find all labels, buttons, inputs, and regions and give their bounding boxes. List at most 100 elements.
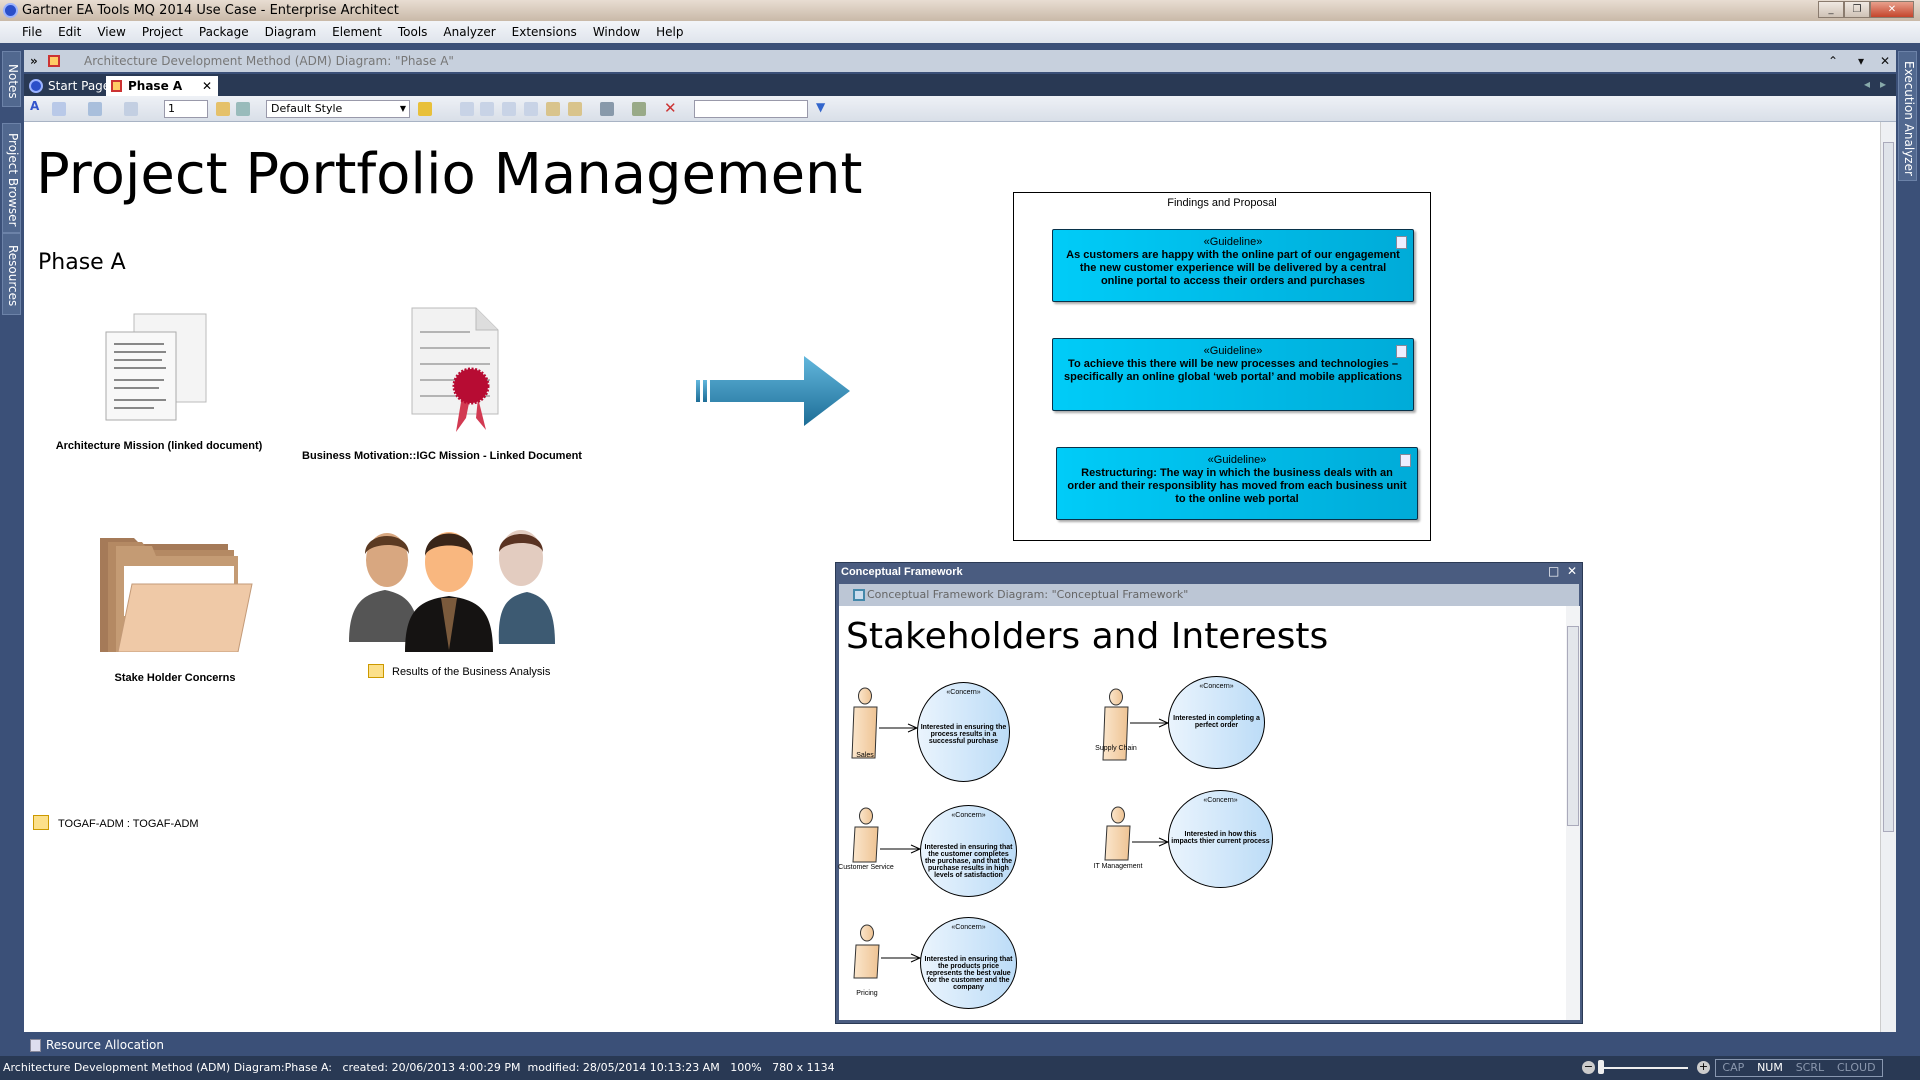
breadcrumb-text: Conceptual Framework Diagram: "Conceptua… <box>867 588 1189 601</box>
menu-bar: File Edit View Project Package Diagram E… <box>0 21 1920 43</box>
guideline-text: To achieve this there will be new proces… <box>1063 358 1402 383</box>
layout-icon[interactable] <box>600 102 614 116</box>
guideline-1[interactable]: «Guideline» As customers are happy with … <box>1052 229 1414 302</box>
cloud-indicator: CLOUD <box>1836 1061 1876 1074</box>
dock-tab-project-browser[interactable]: Project Browser <box>2 123 21 233</box>
align-right-icon[interactable] <box>480 102 494 116</box>
menu-package[interactable]: Package <box>191 25 257 39</box>
line-width-stepper[interactable]: 1 <box>164 100 208 118</box>
concern-ellipse[interactable]: «Concern» Interested in how this impacts … <box>1168 790 1273 888</box>
dropdown-icon[interactable]: ▾ <box>1858 50 1864 72</box>
actor-label: Customer Service <box>838 864 894 871</box>
association-arrow[interactable] <box>1132 836 1170 848</box>
minimize-button[interactable]: _ <box>1818 1 1844 18</box>
element-label-architecture-mission[interactable]: Architecture Mission (linked document) <box>56 440 263 452</box>
scroll-tabs-left-icon[interactable]: ◂ <box>1864 77 1870 91</box>
menu-help[interactable]: Help <box>648 25 691 39</box>
vertical-scrollbar[interactable] <box>1566 606 1580 1020</box>
format-painter-icon[interactable] <box>216 102 230 116</box>
findings-boundary[interactable]: Findings and Proposal «Guideline» As cus… <box>1013 192 1431 541</box>
guideline-2[interactable]: «Guideline» To achieve this there will b… <box>1052 338 1414 411</box>
collapse-icon[interactable]: ⌃ <box>1828 50 1838 72</box>
same-width-icon[interactable] <box>546 102 560 116</box>
actor-icon[interactable] <box>849 807 883 864</box>
align-bottom-icon[interactable] <box>524 102 538 116</box>
scroll-tabs-right-icon[interactable]: ▸ <box>1880 77 1886 91</box>
tab-resource-allocation[interactable]: Resource Allocation <box>30 1038 164 1052</box>
menu-element[interactable]: Element <box>324 25 390 39</box>
apply-style-icon[interactable] <box>418 102 432 116</box>
menu-window[interactable]: Window <box>585 25 648 39</box>
business-people-icon[interactable] <box>349 524 555 652</box>
align-top-icon[interactable] <box>502 102 516 116</box>
tab-start-page[interactable]: Start Page <box>26 76 116 96</box>
concern-ellipse[interactable]: «Concern» Interested in ensuring that the… <box>920 805 1017 897</box>
key-indicators: CAP NUM SCRL CLOUD <box>1715 1059 1883 1077</box>
dock-tab-resources[interactable]: Resources <box>2 233 21 315</box>
expand-icon[interactable]: » <box>30 50 38 72</box>
element-label-togaf[interactable]: TOGAF-ADM : TOGAF-ADM <box>58 818 199 830</box>
element-label-results[interactable]: Results of the Business Analysis <box>392 666 550 678</box>
line-color-icon[interactable] <box>124 102 138 116</box>
close-tab-icon[interactable]: ✕ <box>202 76 212 96</box>
menu-project[interactable]: Project <box>134 25 191 39</box>
maximize-icon[interactable]: □ <box>1548 564 1559 578</box>
fill-color-icon[interactable] <box>88 102 102 116</box>
guideline-3[interactable]: «Guideline» Restructuring: The way in wh… <box>1056 447 1418 520</box>
filter-icon[interactable]: ▼ <box>816 100 825 114</box>
transition-arrow <box>696 356 850 426</box>
dock-tab-execution-analyzer[interactable]: Execution Analyzer <box>1898 51 1917 181</box>
association-arrow[interactable] <box>879 722 919 734</box>
font-icon[interactable]: A <box>30 99 39 113</box>
dock-tab-notes[interactable]: Notes <box>2 51 21 107</box>
zoom-in-button[interactable]: + <box>1697 1061 1710 1074</box>
association-arrow[interactable] <box>881 952 922 964</box>
restore-button[interactable]: ❐ <box>1844 1 1870 18</box>
menu-tools[interactable]: Tools <box>390 25 436 39</box>
stereotype: «Concern» <box>1199 683 1234 690</box>
element-label-business-motivation[interactable]: Business Motivation::IGC Mission - Linke… <box>302 450 582 462</box>
stereotype: «Guideline» <box>1207 454 1267 466</box>
menu-file[interactable]: File <box>14 25 50 39</box>
filter-input[interactable] <box>694 100 808 118</box>
delete-icon[interactable]: ✕ <box>664 99 677 117</box>
certificate-document-icon[interactable] <box>410 306 502 436</box>
scrollbar-thumb[interactable] <box>1883 142 1894 832</box>
tab-phase-a[interactable]: Phase A ✕ <box>106 76 218 96</box>
stereotype: «Guideline» <box>1203 345 1263 357</box>
menu-view[interactable]: View <box>89 25 133 39</box>
element-label-stakeholder-concerns[interactable]: Stake Holder Concerns <box>114 672 235 684</box>
association-arrow[interactable] <box>1130 717 1170 729</box>
folder-icon[interactable] <box>98 534 254 652</box>
zoom-slider-handle[interactable] <box>1598 1060 1604 1074</box>
same-height-icon[interactable] <box>568 102 582 116</box>
close-button[interactable]: ✕ <box>1870 1 1914 18</box>
menu-extensions[interactable]: Extensions <box>504 25 585 39</box>
actor-icon[interactable] <box>1101 806 1135 862</box>
breadcrumb: Architecture Development Method (ADM) Di… <box>84 54 454 68</box>
concern-ellipse[interactable]: «Concern» Interested in completing a perf… <box>1168 676 1265 769</box>
close-icon[interactable]: ✕ <box>1567 564 1577 578</box>
actor-icon[interactable] <box>850 924 884 980</box>
breadcrumb-bar: » Architecture Development Method (ADM) … <box>24 50 1896 72</box>
actor-icon[interactable] <box>848 687 882 760</box>
association-arrow[interactable] <box>880 843 922 855</box>
eyedropper-icon[interactable] <box>236 102 250 116</box>
style-select[interactable]: Default Style ▼ <box>266 100 410 118</box>
vertical-scrollbar[interactable] <box>1880 122 1896 1032</box>
concern-ellipse[interactable]: «Concern» Interested in ensuring that the… <box>920 917 1017 1009</box>
close-view-icon[interactable]: ✕ <box>1880 50 1890 72</box>
font-color-icon[interactable] <box>52 102 66 116</box>
document-stack-icon[interactable] <box>104 312 210 424</box>
zoom-slider[interactable] <box>1600 1067 1688 1069</box>
scrollbar-thumb[interactable] <box>1567 626 1579 826</box>
zoom-out-button[interactable]: − <box>1582 1061 1595 1074</box>
note-icon <box>1400 454 1411 467</box>
align-left-icon[interactable] <box>460 102 474 116</box>
stereotype: «Concern» <box>946 689 981 696</box>
menu-diagram[interactable]: Diagram <box>257 25 325 39</box>
menu-edit[interactable]: Edit <box>50 25 89 39</box>
menu-analyzer[interactable]: Analyzer <box>435 25 503 39</box>
concern-ellipse[interactable]: «Concern» Interested in ensuring the proc… <box>917 682 1010 782</box>
image-icon[interactable] <box>632 102 646 116</box>
